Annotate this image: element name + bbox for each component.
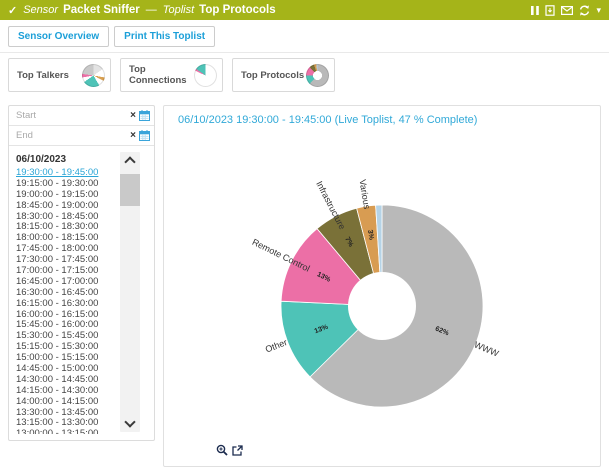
toplist-tabs: Top Talkers Top Connections Top Protocol… [8, 58, 335, 92]
prtg-toplist-page: ✓ Sensor Packet Sniffer — Toplist Top Pr… [0, 0, 609, 476]
tab-label: Top Talkers [17, 70, 69, 81]
sensor-ok-check-icon: ✓ [8, 4, 17, 17]
start-date-row: × [9, 106, 154, 126]
print-toplist-button[interactable]: Print This Toplist [114, 26, 215, 47]
caret-down-icon[interactable]: ▾ [596, 6, 601, 15]
report-icon[interactable] [545, 5, 555, 16]
pause-icon[interactable] [531, 6, 539, 15]
slice-name-label: Other [264, 337, 289, 354]
refresh-icon[interactable] [579, 5, 590, 16]
tab-top-talkers[interactable]: Top Talkers [8, 58, 111, 92]
scrollbar-thumb[interactable] [120, 174, 140, 206]
breadcrumb-separator: — [146, 4, 157, 16]
toplist-label: Toplist [163, 4, 194, 16]
tab-top-protocols[interactable]: Top Protocols [232, 58, 335, 92]
toplist-chart-panel: 06/10/2023 19:30:00 - 19:45:00 (Live Top… [163, 105, 601, 467]
interval-item[interactable]: 16:15:00 - 16:30:00 [16, 299, 114, 310]
interval-scrollbar[interactable] [120, 152, 140, 432]
interval-item[interactable]: 18:45:00 - 19:00:00 [16, 201, 114, 212]
interval-date-header: 06/10/2023 [16, 154, 114, 165]
header-icons: ▾ [531, 5, 601, 16]
interval-filter-panel: × × 06/10/2023 19:30:00 - 19:45:0019:15:… [8, 105, 155, 441]
sensor-label: Sensor [23, 4, 58, 16]
end-date-row: × [9, 126, 154, 146]
toplist-name: Top Protocols [199, 4, 275, 16]
interval-item[interactable]: 13:00:00 - 13:15:00 [16, 429, 114, 434]
pie-chart-icon [306, 64, 329, 87]
slice-name-label: Various [357, 179, 372, 211]
sensor-name: Packet Sniffer [63, 4, 140, 16]
zoom-icon[interactable] [216, 444, 228, 456]
clear-start-icon[interactable]: × [130, 111, 136, 121]
calendar-icon[interactable] [139, 110, 150, 121]
tab-top-connections[interactable]: Top Connections [120, 58, 223, 92]
slice-name-label: WWW [473, 340, 501, 359]
interval-list: 19:30:00 - 19:45:0019:15:00 - 19:30:0019… [16, 168, 114, 434]
start-date-input[interactable] [16, 110, 130, 121]
pie-chart-icon [194, 64, 217, 87]
tab-label: Top Connections [129, 64, 194, 86]
chart-actions [216, 444, 243, 456]
toolbar: Sensor Overview Print This Toplist [8, 26, 215, 47]
header-bar: ✓ Sensor Packet Sniffer — Toplist Top Pr… [0, 0, 609, 20]
email-icon[interactable] [561, 6, 573, 15]
interval-list-wrap: 06/10/2023 19:30:00 - 19:45:0019:15:00 -… [16, 152, 114, 434]
open-external-icon[interactable] [232, 445, 243, 456]
tab-label: Top Protocols [241, 70, 304, 81]
scroll-up-icon[interactable] [120, 152, 140, 168]
clear-end-icon[interactable]: × [130, 131, 136, 141]
interval-item[interactable]: 14:00:00 - 14:15:00 [16, 397, 114, 408]
end-date-input[interactable] [16, 130, 130, 141]
scroll-down-icon[interactable] [120, 416, 140, 432]
pie-chart-icon [82, 64, 105, 87]
donut-hole [348, 272, 416, 340]
toplist-donut: 62%WWW13%Other13%Remote Control7%Infrast… [164, 106, 602, 466]
section-divider [0, 52, 609, 53]
calendar-icon[interactable] [139, 130, 150, 141]
sensor-overview-button[interactable]: Sensor Overview [8, 26, 109, 47]
